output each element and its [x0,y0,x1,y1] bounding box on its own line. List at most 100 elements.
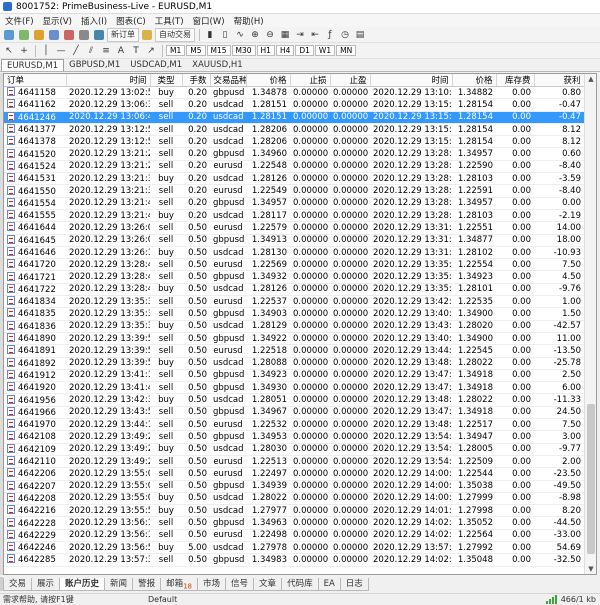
timeframe-m5[interactable]: M5 [186,45,206,56]
chart-tab-gbpusd[interactable]: GBPUSD,M1 [64,59,125,71]
timeframe-d1[interactable]: D1 [295,45,314,56]
text-icon[interactable]: A [114,44,128,58]
tab-code-base[interactable]: 代码库 [281,577,319,591]
zoom-out-icon[interactable]: ⊖ [263,28,277,42]
col-stop-loss[interactable]: 止损 [290,74,331,87]
col-profit[interactable]: 获利 [534,74,585,87]
table-row[interactable]: 4642110 2020.12.29 13:49:27 sell 0.50 eurusd… [4,455,584,469]
zoom-in-icon[interactable]: ⊕ [248,28,262,42]
tab-articles[interactable]: 文章 [253,577,283,591]
line-chart-icon[interactable]: ∿ [233,28,247,42]
table-row[interactable]: 4641912 2020.12.29 13:41:10 sell 0.50 gbpusd… [4,369,584,383]
table-row[interactable]: 4641646 2020.12.29 13:26:10 buy 0.50 usdcad 1… [4,246,584,260]
tab-market[interactable]: 市场 [197,577,227,591]
table-row[interactable]: 4641835 2020.12.29 13:35:31 sell 0.50 gbpusd… [4,307,584,321]
tab-news[interactable]: 新闻 [104,577,134,591]
horizontal-line-icon[interactable]: — [54,44,68,58]
table-row[interactable]: 4642206 2020.12.29 13:55:04 sell 0.50 eurusd… [4,467,584,481]
new-order-button[interactable]: 新订单 [107,27,139,42]
terminal-icon[interactable] [77,28,91,42]
menu-charts[interactable]: 图表(C) [114,15,153,27]
table-row[interactable]: 4642108 2020.12.29 13:49:25 sell 0.50 gbpusd… [4,430,584,444]
timeframe-h1[interactable]: H1 [256,45,275,56]
tab-journal[interactable]: 日志 [339,577,369,591]
table-row[interactable]: 4641246 2020.12.29 13:06:40 sell 0.20 usdcad… [4,111,584,124]
table-row[interactable]: 4642216 2020.12.29 13:55:59 buy 0.50 usdcad 1… [4,504,584,518]
templates-icon[interactable]: ▤ [353,28,367,42]
table-row[interactable]: 4641890 2020.12.29 13:39:53 sell 0.50 gbpusd… [4,332,584,346]
tab-exposure[interactable]: 展示 [31,577,61,591]
text-label-icon[interactable]: T [129,44,143,58]
col-open-time[interactable]: 时间 [66,74,151,87]
table-row[interactable]: 4641956 2020.12.29 13:42:35 buy 0.50 usdcad 1… [4,393,584,407]
col-open-price[interactable]: 价格 [246,74,291,87]
bar-chart-icon[interactable]: ▮ [203,28,217,42]
fibonacci-icon[interactable]: ≡ [99,44,113,58]
tester-icon[interactable] [92,28,106,42]
candlestick-icon[interactable]: ▯ [218,28,232,42]
table-row[interactable]: 4642207 2020.12.29 13:55:05 sell 0.50 gbpusd… [4,480,584,493]
table-row[interactable]: 4641970 2020.12.29 13:44:12 sell 0.50 eurusd… [4,418,584,432]
table-row[interactable]: 4641836 2020.12.29 13:35:32 buy 0.50 usdcad 1… [4,320,584,333]
chart-tab-xauusd[interactable]: XAUUSD,H1 [187,59,248,71]
table-row[interactable]: 4641892 2020.12.29 13:39:54 buy 0.50 usdcad 1… [4,357,584,370]
tab-account-history[interactable]: 账户历史 [59,577,106,591]
metaeditor-icon[interactable] [140,28,154,42]
scroll-up-icon[interactable]: ▲ [587,75,595,83]
table-row[interactable]: 4642285 2020.12.29 13:57:35 sell 0.50 gbpusd… [4,553,584,567]
scrollbar-thumb[interactable] [587,404,595,554]
auto-trading-button[interactable]: 自动交易 [155,27,195,42]
table-row[interactable]: 4641720 2020.12.29 13:28:47 sell 0.50 eurusd… [4,258,584,272]
timeframe-m30[interactable]: M30 [231,45,256,56]
new-chart-icon[interactable] [2,28,16,42]
timeframe-m15[interactable]: M15 [206,45,231,56]
col-close-price[interactable]: 价格 [452,74,497,87]
table-row[interactable]: 4641531 2020.12.29 13:21:30 buy 0.20 usdcad 1… [4,172,584,186]
tab-signals[interactable]: 信号 [225,577,255,591]
col-take-profit[interactable]: 止盈 [330,74,371,87]
tab-mailbox[interactable]: 邮箱18 [160,577,199,591]
periods-icon[interactable]: ◷ [338,28,352,42]
menu-window[interactable]: 窗口(W) [191,15,232,27]
table-row[interactable]: 4641524 2020.12.29 13:21:28 sell 0.20 eurusd… [4,160,584,174]
timeframe-w1[interactable]: W1 [314,45,336,56]
scroll-down-icon[interactable]: ▼ [587,565,595,573]
tile-windows-icon[interactable]: ▦ [278,28,292,42]
table-row[interactable]: 4642228 2020.12.29 13:56:16 sell 0.50 gbpusd… [4,516,584,530]
channel-icon[interactable]: ⫽ [84,44,98,58]
table-row[interactable]: 4641834 2020.12.29 13:35:30 sell 0.50 eurusd… [4,295,584,309]
menu-view[interactable]: 显示(V) [41,15,79,27]
table-row[interactable]: 4642109 2020.12.29 13:49:26 buy 0.50 usdcad 1… [4,443,584,456]
table-row[interactable]: 4641644 2020.12.29 13:26:08 sell 0.50 eurusd… [4,221,584,235]
timeframe-mn[interactable]: MN [336,45,357,56]
table-row[interactable]: 4641721 2020.12.29 13:28:48 sell 0.50 gbpusd… [4,270,584,284]
table-row[interactable]: 4641158 2020.12.29 13:02:53 buy 0.20 gbpusd 1… [4,86,584,100]
col-type[interactable]: 类型 [150,74,183,87]
table-row[interactable]: 4641891 2020.12.29 13:39:54 sell 0.50 eurusd… [4,344,584,358]
col-symbol[interactable]: 交易品种 [210,74,247,87]
cursor-icon[interactable]: ↖ [2,44,16,58]
menu-tools[interactable]: 工具(T) [153,15,191,27]
table-row[interactable]: 4641162 2020.12.29 13:06:36 sell 0.20 usdcad… [4,98,584,112]
col-swap[interactable]: 库存费 [496,74,535,87]
chart-shift-icon[interactable]: ⇤ [308,28,322,42]
chart-tab-eurusd[interactable]: EURUSD,M1 [1,59,65,71]
table-row[interactable]: 4641378 2020.12.29 13:12:58 sell 0.20 usdcad… [4,135,584,149]
vertical-line-icon[interactable]: │ [39,44,53,58]
table-row[interactable]: 4641555 2020.12.29 13:21:41 buy 0.20 usdcad 1… [4,209,584,223]
auto-scroll-icon[interactable]: ⇥ [293,28,307,42]
vertical-scrollbar[interactable]: ▲ ▼ [584,74,596,574]
table-row[interactable]: 4641645 2020.12.29 13:26:09 sell 0.50 gbpusd… [4,234,584,247]
timeframe-m1[interactable]: M1 [166,45,186,56]
market-watch-icon[interactable] [32,28,46,42]
table-row[interactable]: 4642246 2020.12.29 13:56:53 buy 5.00 usdcad 1… [4,541,584,555]
menu-file[interactable]: 文件(F) [3,15,41,27]
table-row[interactable]: 4642229 2020.12.29 13:56:17 sell 0.50 eurusd… [4,529,584,542]
indicators-icon[interactable]: ƒ [323,28,337,42]
chart-tab-usdcad[interactable]: USDCAD,M1 [125,59,187,71]
crosshair-icon[interactable]: + [17,44,31,58]
table-row[interactable]: 4641550 2020.12.29 13:21:39 sell 0.20 eurusd… [4,184,584,198]
table-row[interactable]: 4641920 2020.12.29 13:41:44 sell 0.50 gbpusd… [4,381,584,395]
table-row[interactable]: 4641520 2020.12.29 13:21:27 sell 0.20 gbpusd… [4,147,584,161]
trendline-icon[interactable]: ╱ [69,44,83,58]
